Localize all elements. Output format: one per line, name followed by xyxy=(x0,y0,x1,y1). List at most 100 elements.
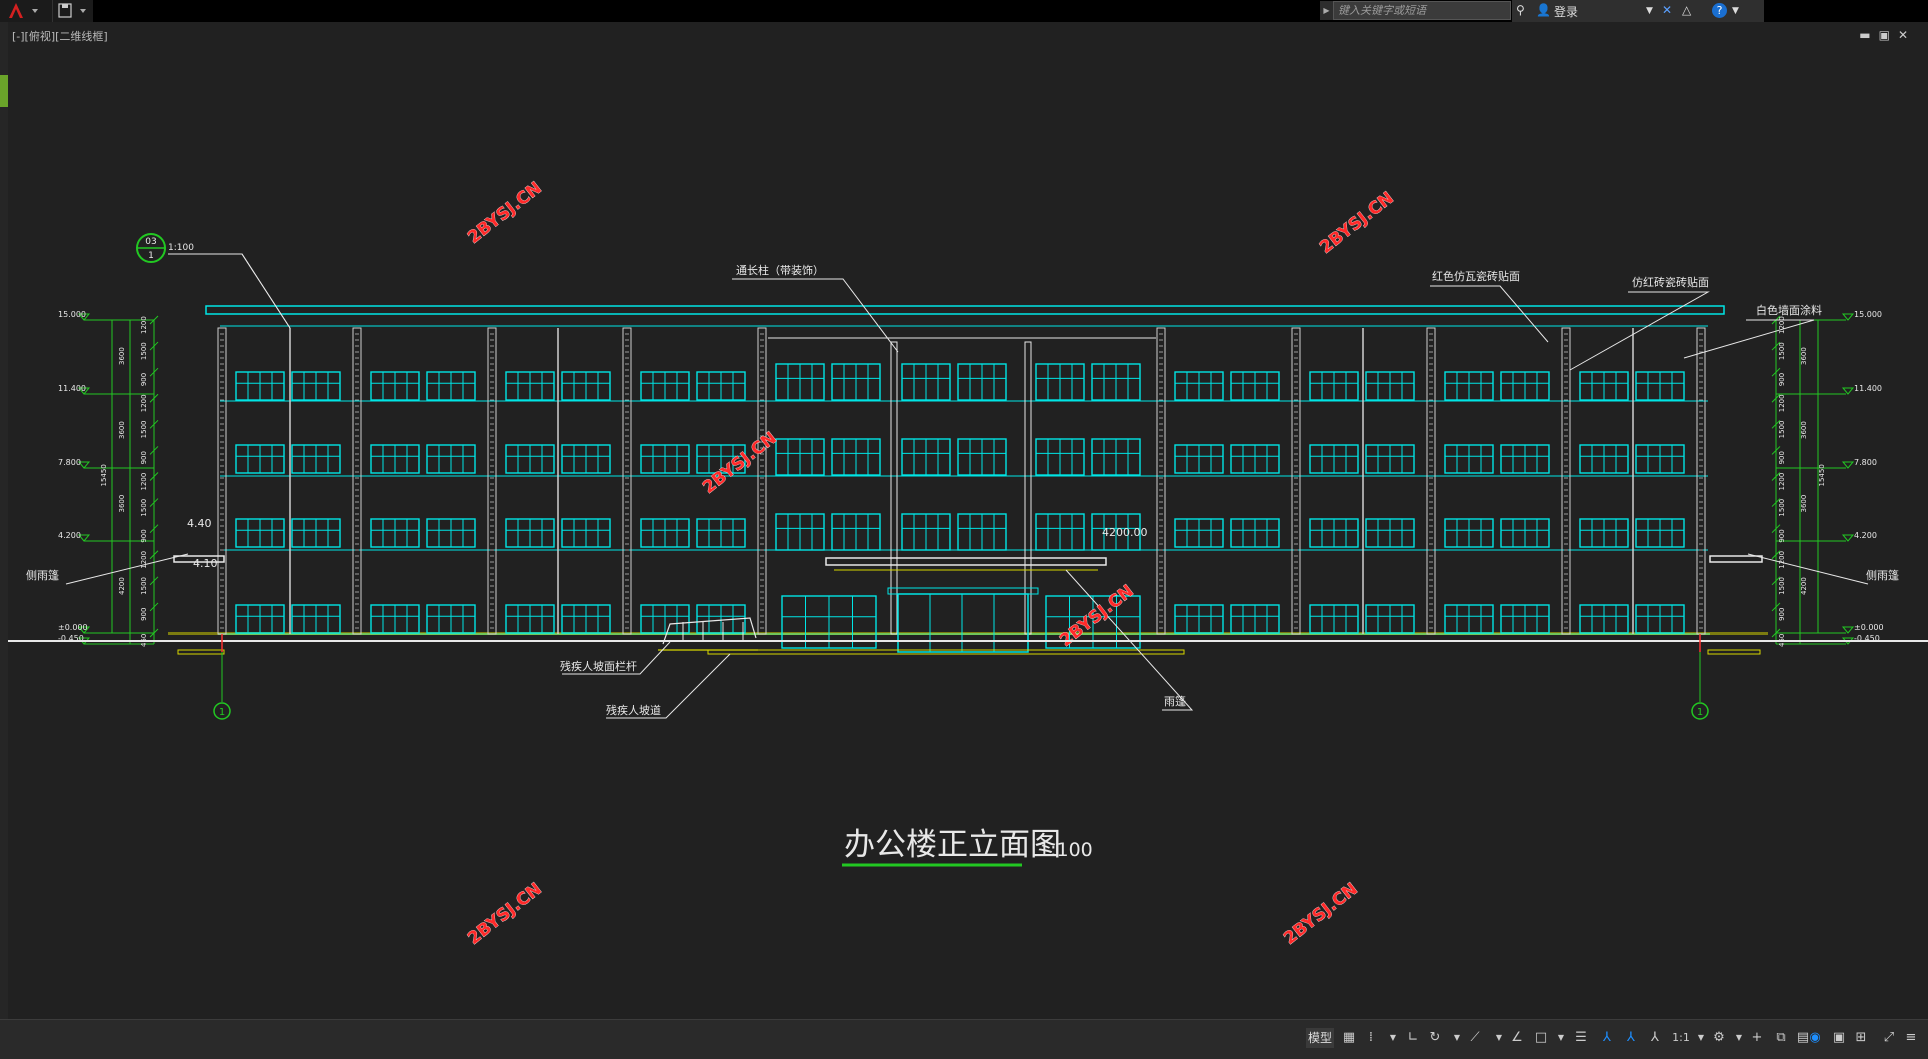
isolate-objects-icon[interactable]: ◉ xyxy=(1806,1028,1824,1048)
window xyxy=(1035,363,1085,401)
login-button[interactable]: 登录 xyxy=(1554,3,1578,20)
level-label: 15.000 xyxy=(58,310,86,319)
quick-access-toolbar[interactable] xyxy=(53,0,93,22)
window xyxy=(235,371,285,401)
window xyxy=(1091,438,1141,476)
annotation-side-canopy-right-leader xyxy=(1747,553,1869,585)
search-input[interactable]: 键入关键字或短语 xyxy=(1333,1,1511,20)
annotation-ramp: 残疾人坡道 xyxy=(606,703,661,717)
dim-inner-label: 900 xyxy=(1778,451,1786,464)
isodraft-dropdown-icon[interactable]: ▼ xyxy=(1490,1028,1508,1048)
object-snap-dropdown-icon[interactable]: ▼ xyxy=(1552,1028,1570,1048)
window xyxy=(370,604,420,634)
window xyxy=(1309,371,1359,401)
dim-total-label: 15450 xyxy=(1818,464,1826,486)
plus-icon[interactable]: + xyxy=(1748,1028,1766,1048)
auto-scale-icon[interactable]: ⅄ xyxy=(1622,1028,1640,1048)
grid-axis-label-right: 1 xyxy=(1697,707,1703,718)
login-dropdown-icon[interactable]: ▼ xyxy=(1646,6,1653,16)
pilaster xyxy=(1561,327,1571,635)
window xyxy=(640,371,690,401)
dim-inner-label: 1200 xyxy=(140,473,148,491)
user-icon[interactable]: 👤 xyxy=(1536,3,1551,17)
grid-icon[interactable]: ▦ xyxy=(1340,1028,1358,1048)
window xyxy=(1444,604,1494,634)
level-triangle xyxy=(1841,626,1855,634)
window xyxy=(831,363,881,401)
level-label: 15.000 xyxy=(1854,310,1882,319)
drawing-title: 办公楼正立面图 xyxy=(844,827,1061,863)
level-label: 7.800 xyxy=(58,458,81,467)
annotation-side-canopy-left-leader xyxy=(65,553,189,585)
isodraft-icon[interactable]: ⟋ xyxy=(1466,1028,1484,1048)
clean-screen-icon[interactable]: ⊞ xyxy=(1852,1028,1870,1048)
autodesk-a360-icon[interactable]: △ xyxy=(1682,3,1691,17)
window xyxy=(775,438,825,476)
lineweight-icon[interactable]: ☰ xyxy=(1572,1028,1590,1048)
window xyxy=(291,604,341,634)
entrance-doors xyxy=(897,593,1029,653)
window xyxy=(235,604,285,634)
level-triangle xyxy=(1841,387,1855,395)
annotation-scale-icon[interactable]: ⅄ xyxy=(1646,1028,1664,1048)
annotation-pilaster: 通长柱（带装饰） xyxy=(736,263,824,277)
pilaster xyxy=(1291,327,1301,635)
annotation-scale-dropdown-icon[interactable]: ▼ xyxy=(1692,1028,1710,1048)
callout-leader xyxy=(173,253,291,329)
section-callout-top: 03 xyxy=(145,237,156,247)
application-menu-button[interactable] xyxy=(0,0,53,22)
annotation-scale-value[interactable]: 1:1 xyxy=(1668,1028,1694,1048)
window xyxy=(1579,604,1629,634)
dim-outer-label: 4200 xyxy=(1800,577,1808,595)
window xyxy=(1635,371,1685,401)
help-icon[interactable]: ? xyxy=(1712,3,1727,18)
binoculars-icon[interactable]: ⚲ xyxy=(1516,3,1525,17)
level-label: 11.400 xyxy=(1854,384,1882,393)
watermark-text: 2BYSJ.CN xyxy=(464,178,546,248)
snap-icon[interactable]: ⁞ xyxy=(1362,1028,1380,1048)
dim-outer-label: 3600 xyxy=(1800,347,1808,365)
window xyxy=(640,444,690,474)
window xyxy=(505,604,555,634)
object-snap-tracking-icon[interactable]: ∠ xyxy=(1508,1028,1526,1048)
watermark-text: 2BYSJ.CN xyxy=(1280,879,1362,949)
help-dropdown-icon[interactable]: ▼ xyxy=(1732,6,1739,16)
fullscreen-icon[interactable]: ⤢ xyxy=(1880,1028,1898,1048)
dim-inner-label: 900 xyxy=(1778,373,1786,386)
window xyxy=(1444,444,1494,474)
drawing-canvas[interactable]: 15.00011.4007.8004.200±0.000-0.450120015… xyxy=(8,22,1928,1018)
window xyxy=(426,444,476,474)
ortho-icon[interactable]: ∟ xyxy=(1404,1028,1422,1048)
save-icon[interactable] xyxy=(53,0,93,22)
window xyxy=(1309,444,1359,474)
window xyxy=(426,371,476,401)
window xyxy=(1230,444,1280,474)
building-elevation xyxy=(168,305,1768,655)
dim-outer-label: 4200 xyxy=(118,577,126,595)
object-snap-icon[interactable]: □ xyxy=(1532,1028,1550,1048)
section-callout-bottom: 1 xyxy=(148,251,154,261)
window xyxy=(1444,371,1494,401)
workspace-gear-icon[interactable]: ⚙ xyxy=(1710,1028,1728,1048)
window xyxy=(235,518,285,548)
window xyxy=(1500,371,1550,401)
search-expand-arrow-icon[interactable]: ▶ xyxy=(1320,1,1333,20)
dim-inner-label: 1500 xyxy=(140,342,148,360)
watermark-text: 2BYSJ.CN xyxy=(1316,188,1398,258)
polar-tracking-icon[interactable]: ↻ xyxy=(1426,1028,1444,1048)
window xyxy=(1635,518,1685,548)
annotation-canopy: 雨篷 xyxy=(1164,694,1186,708)
snap-dropdown-icon[interactable]: ▼ xyxy=(1384,1028,1402,1048)
exchange-icon[interactable]: ✕ xyxy=(1662,3,1672,17)
canopy-level-label: 4200.00 xyxy=(1102,526,1148,539)
annotation-visibility-icon[interactable]: ⅄ xyxy=(1598,1028,1616,1048)
units-icon[interactable]: ⧉ xyxy=(1772,1028,1790,1048)
workspace-dropdown-icon[interactable]: ▼ xyxy=(1730,1028,1748,1048)
model-space-button[interactable]: 模型 xyxy=(1306,1028,1334,1048)
window xyxy=(1174,604,1224,634)
customization-menu-icon[interactable]: ≡ xyxy=(1902,1028,1920,1048)
dim-inner-label: 900 xyxy=(140,373,148,386)
polar-dropdown-icon[interactable]: ▼ xyxy=(1448,1028,1466,1048)
section-callout-scale: 1:100 xyxy=(168,243,194,253)
hardware-acceleration-icon[interactable]: ▣ xyxy=(1830,1028,1848,1048)
